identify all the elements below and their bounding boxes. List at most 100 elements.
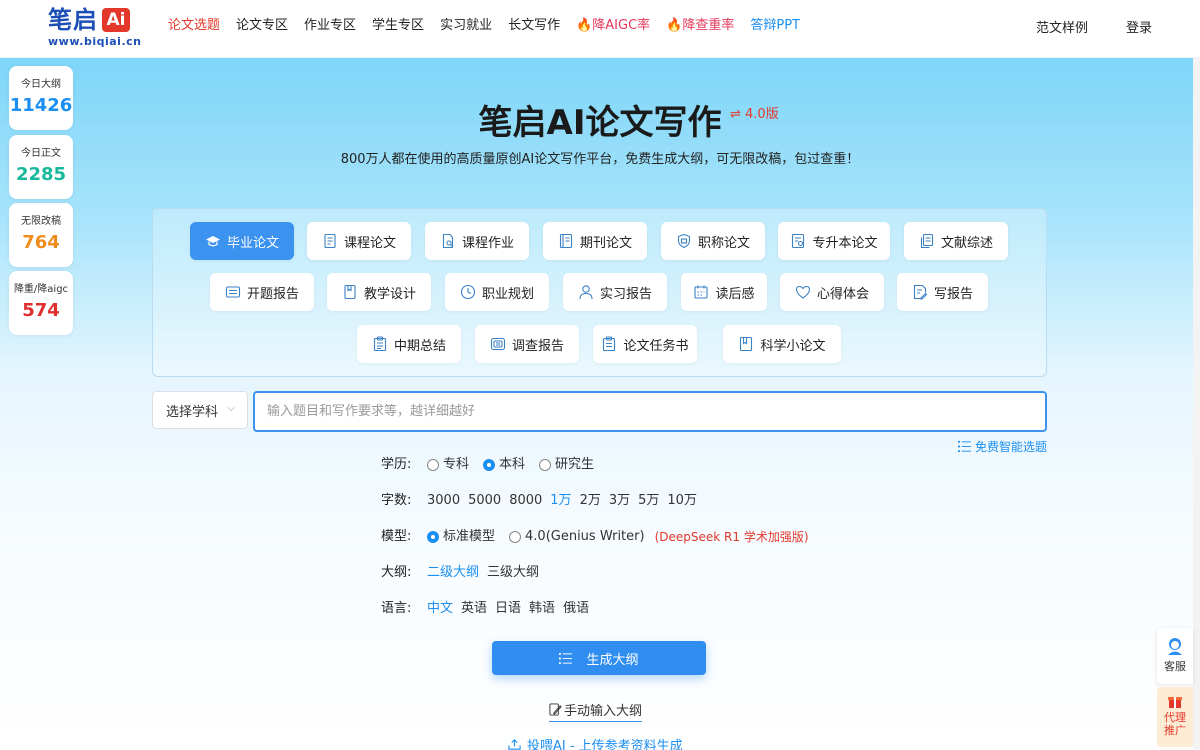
word-count-option[interactable]: 3万 (609, 492, 630, 510)
education-radio[interactable]: 本科 (483, 456, 525, 474)
paper-type-button[interactable]: 论文任务书 (593, 325, 697, 363)
word-count-option[interactable]: 5000 (468, 492, 501, 510)
radio-dot (427, 459, 439, 471)
paper-type-label: 课程论文 (343, 235, 396, 251)
language-option[interactable]: 日语 (495, 600, 521, 618)
language-option[interactable]: 俄语 (563, 600, 589, 618)
paper-type-button[interactable]: 调查报告 (475, 325, 579, 363)
paper-type-button[interactable]: 课程论文 (307, 222, 411, 260)
book-icon (342, 284, 358, 300)
paper-type-label: 开题报告 (246, 286, 299, 302)
language-option[interactable]: 韩语 (529, 600, 555, 618)
paper-type-button[interactable]: 课程作业 (425, 222, 529, 260)
language-option[interactable]: 中文 (427, 600, 453, 618)
model-radio[interactable]: 4.0(Genius Writer) (509, 528, 645, 546)
brand-logo[interactable]: 笔启 Ai www.biqiai.cn (48, 6, 144, 50)
paper-type-button[interactable]: 教学设计 (327, 273, 431, 311)
manual-outline-label: 手动输入大纲 (564, 704, 643, 719)
task-icon (601, 336, 617, 352)
list-icon (957, 440, 971, 453)
paper-type-button[interactable]: 心得体会 (780, 273, 884, 311)
education-radio[interactable]: 研究生 (539, 456, 594, 474)
nav-link-7[interactable]: 🔥降查重率 (666, 17, 734, 35)
subject-select-label: 选择学科 (166, 404, 219, 420)
paper-type-button[interactable]: 中期总结 (357, 325, 461, 363)
paper-type-label: 毕业论文 (226, 235, 279, 251)
edit-icon (549, 703, 562, 716)
radio-dot (427, 531, 439, 543)
topic-input[interactable] (253, 391, 1047, 432)
agent-promotion-button[interactable]: 代理 推广 (1157, 687, 1193, 747)
paper-type-button[interactable]: 职业规划 (445, 273, 549, 311)
version-switch[interactable]: ⇌ 4.0版 (730, 103, 779, 122)
paper-type-button[interactable]: 毕业论文 (190, 222, 294, 260)
education-radio[interactable]: 专科 (427, 456, 469, 474)
word-count-option[interactable]: 5万 (638, 492, 659, 510)
paper-type-panel: 毕业论文 课程论文 课程作业 期刊论文 职称论文 专升本论文 文献综述开题报告 教学设计 职业规… (152, 208, 1047, 377)
nav-link-8[interactable]: 答辩PPT (750, 17, 800, 35)
radio-dot (483, 459, 496, 471)
generate-outline-label: 生成大纲 (586, 652, 639, 668)
word-count-row: 字数: 3000 5000 8000 1万 2万 3万 5万 10万 (381, 492, 705, 510)
nav-link-5[interactable]: 长文写作 (508, 17, 560, 35)
paper-type-label: 论文任务书 (623, 338, 689, 354)
manual-outline-link[interactable]: 手动输入大纲 (549, 700, 643, 722)
paper-type-button[interactable]: 文献综述 (904, 222, 1008, 260)
language-option[interactable]: 英语 (461, 600, 487, 618)
nav-link-0[interactable]: 论文选题 (168, 17, 220, 35)
nav-link-3[interactable]: 学生专区 (372, 17, 424, 35)
nav-link-4[interactable]: 实习就业 (440, 17, 492, 35)
paper-type-button[interactable]: 实习报告 (563, 273, 667, 311)
smart-topic-label: 免费智能选题 (974, 440, 1047, 454)
radio-dot (539, 459, 552, 471)
copy-icon (919, 233, 935, 249)
paper-type-button[interactable]: 读后感 (681, 273, 767, 311)
stat-card: 无限改稿 764 (9, 203, 73, 267)
logo-text: 笔启 (48, 6, 98, 34)
graduation-cap-icon (205, 233, 221, 249)
logo-url: www.biqiai.cn (48, 35, 142, 48)
nav-link-6[interactable]: 🔥降AIGC率 (576, 17, 650, 35)
word-count-option[interactable]: 3000 (427, 492, 460, 510)
subject-select[interactable]: 选择学科 ⌵ (152, 391, 248, 429)
word-count-option[interactable]: 2万 (580, 492, 601, 510)
nav-right: 范文样例 登录 (998, 20, 1152, 38)
paper-type-button[interactable]: 写报告 (897, 273, 988, 311)
samples-link[interactable]: 范文样例 (1036, 20, 1088, 38)
nav-link-1[interactable]: 论文专区 (236, 17, 288, 35)
smart-topic-link[interactable]: 免费智能选题 (957, 438, 1047, 455)
scrollbar[interactable] (1193, 58, 1200, 750)
generate-outline-button[interactable]: 生成大纲 (492, 641, 706, 675)
report-icon (225, 284, 241, 300)
model-row: 模型: 标准模型 4.0(Genius Writer) (DeepSeek R1 … (381, 528, 809, 546)
paper-type-button[interactable]: 科学小论文 (723, 325, 841, 363)
heart-icon (795, 284, 811, 300)
upload-reference-label: 投喂AI - 上传参考资料生成 (527, 739, 683, 750)
outline-option[interactable]: 三级大纲 (487, 564, 539, 582)
upload-icon (508, 739, 521, 750)
stat-value: 764 (22, 232, 60, 253)
education-label: 学历: (381, 457, 412, 472)
paper-type-button[interactable]: 开题报告 (210, 273, 314, 311)
word-count-option[interactable]: 1万 (550, 492, 571, 510)
paper-type-button[interactable]: 专升本论文 (778, 222, 890, 260)
model-option-label: 标准模型 (443, 529, 496, 544)
outline-label: 大纲: (381, 565, 412, 580)
customer-service-icon (1168, 638, 1182, 655)
outline-option[interactable]: 二级大纲 (427, 564, 479, 582)
document-check-icon (790, 233, 806, 249)
paper-type-button[interactable]: 职称论文 (661, 222, 765, 260)
upload-reference-link[interactable]: 投喂AI - 上传参考资料生成 (508, 735, 683, 750)
education-option-label: 专科 (443, 457, 470, 472)
nav-link-2[interactable]: 作业专区 (304, 17, 356, 35)
login-link[interactable]: 登录 (1126, 20, 1152, 38)
model-radio[interactable]: 标准模型 (427, 528, 495, 546)
paper-type-button[interactable]: 期刊论文 (543, 222, 647, 260)
list-icon (559, 652, 573, 664)
calendar-icon (693, 284, 709, 300)
top-navbar: 笔启 Ai www.biqiai.cn 论文选题 论文专区 作业专区 学生专区 实习就业… (0, 0, 1200, 58)
customer-service-button[interactable]: 客服 (1157, 628, 1193, 684)
word-count-option[interactable]: 10万 (667, 492, 697, 510)
logo-ai-badge: Ai (102, 8, 130, 32)
word-count-option[interactable]: 8000 (509, 492, 542, 510)
